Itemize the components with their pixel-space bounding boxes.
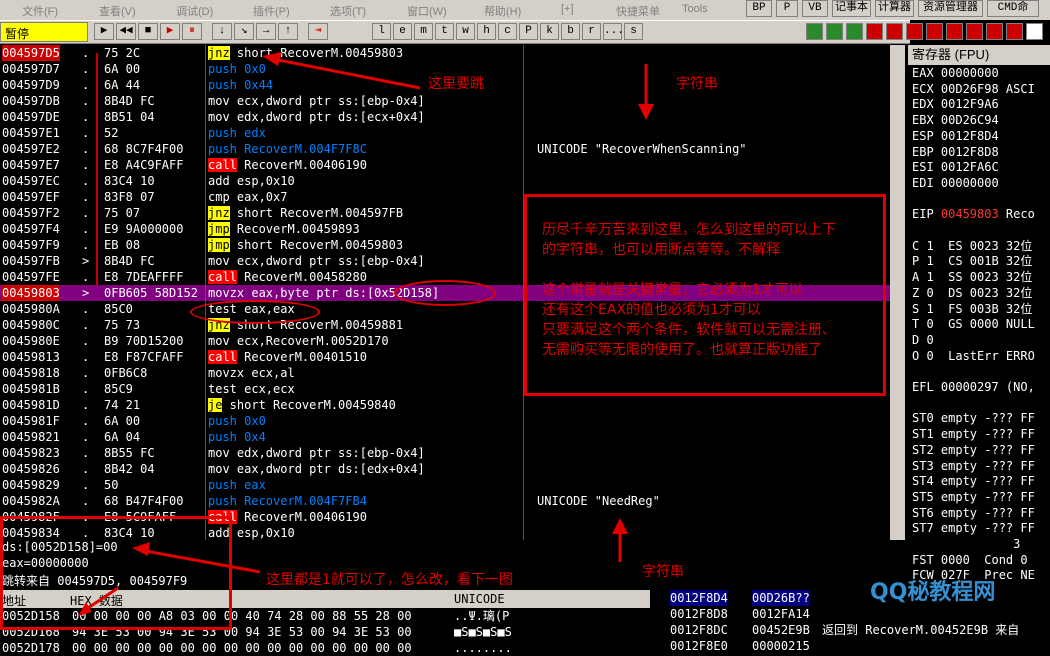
watermark-logo: QQ秘教程网 xyxy=(870,580,996,605)
annotation-arrows xyxy=(78,52,654,616)
